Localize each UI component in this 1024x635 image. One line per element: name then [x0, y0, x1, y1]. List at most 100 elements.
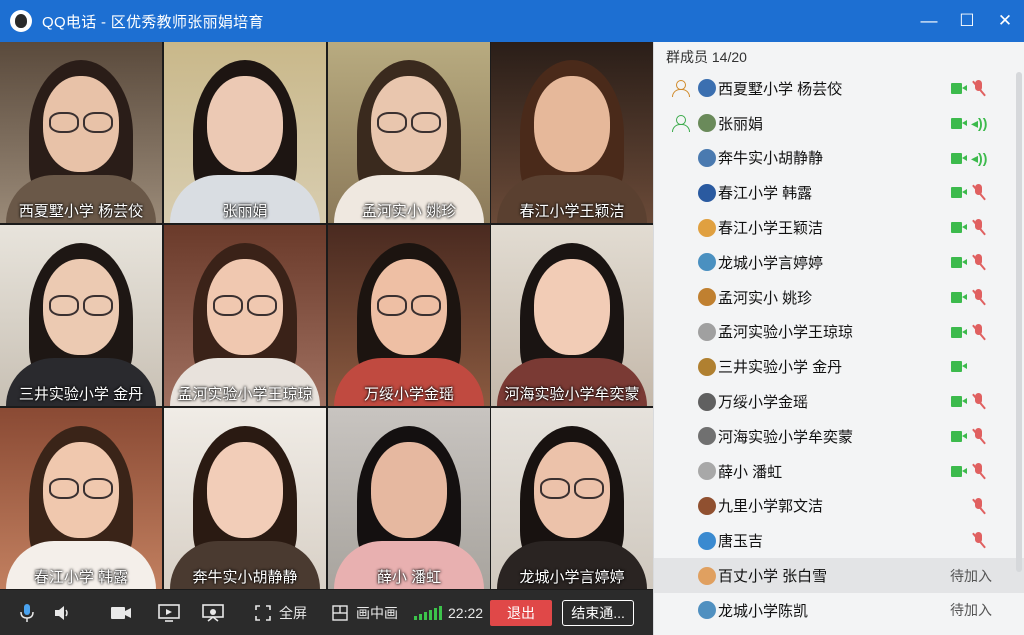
host-icon — [671, 115, 690, 133]
member-row[interactable]: 孟河实小 姚珍 — [654, 280, 1024, 315]
camera-on-icon — [951, 465, 967, 477]
avatar — [698, 531, 716, 550]
member-row[interactable]: 春江小学王颖洁 — [654, 210, 1024, 245]
glasses-icon — [540, 478, 604, 499]
member-row[interactable]: 孟河实验小学王琼琼 — [654, 315, 1024, 350]
mic-muted-icon — [971, 80, 987, 97]
call-group-name: 区优秀教师张丽娟培育 — [110, 13, 264, 31]
microphone-icon[interactable] — [14, 600, 40, 626]
pip-icon[interactable] — [327, 600, 353, 626]
member-row[interactable]: 张丽娟 ◂)) — [654, 106, 1024, 141]
member-row[interactable]: 奔牛实小胡静静 ◂)) — [654, 141, 1024, 176]
camera-on-icon — [951, 430, 967, 442]
member-name: 张丽娟 — [718, 115, 764, 133]
video-tile[interactable]: 万绥小学金瑶 — [328, 225, 490, 406]
mic-muted-icon — [971, 497, 987, 515]
video-tile[interactable]: 龙城小学言婷婷 — [491, 408, 653, 589]
member-row[interactable]: 百丈小学 张白雪 待加入 — [654, 558, 1024, 593]
camera-on-icon — [951, 396, 967, 408]
member-row[interactable]: 龙城小学言婷婷 — [654, 245, 1024, 280]
video-tile[interactable]: 三井实验小学 金丹 — [0, 225, 162, 406]
camera-on-icon — [951, 117, 967, 129]
member-name: 春江小学 韩露 — [718, 185, 813, 203]
presenter-icon[interactable] — [200, 600, 226, 626]
mic-muted-icon — [971, 323, 987, 341]
camera-on-icon — [951, 291, 967, 303]
avatar — [698, 462, 716, 481]
minimize-button[interactable]: — — [910, 0, 948, 42]
video-tile[interactable]: 孟河实小 姚珍 — [328, 42, 490, 223]
member-list-scrollbar[interactable] — [1016, 72, 1022, 572]
pip-button[interactable]: 画中画 — [356, 603, 398, 623]
video-tile[interactable]: 奔牛实小胡静静 — [164, 408, 326, 589]
video-tile[interactable]: 春江小学王颖洁 — [491, 42, 653, 223]
video-tile-name: 龙城小学言婷婷 — [519, 569, 625, 586]
video-tile-name: 孟河实小 姚珍 — [361, 203, 457, 220]
fullscreen-button[interactable]: 全屏 — [279, 603, 307, 623]
video-tile-name: 春江小学王颖洁 — [519, 203, 625, 220]
video-tile[interactable]: 孟河实验小学王琼琼 — [164, 225, 326, 406]
glasses-icon — [377, 112, 441, 133]
avatar — [698, 183, 716, 202]
video-tile-name: 孟河实验小学王琼琼 — [177, 386, 313, 403]
avatar — [698, 253, 716, 272]
avatar — [698, 427, 716, 446]
video-tile-name: 三井实验小学 金丹 — [18, 386, 144, 403]
avatar — [698, 79, 716, 98]
screen-share-icon[interactable] — [156, 600, 182, 626]
member-row[interactable]: 唐玉吉 — [654, 523, 1024, 558]
member-name: 九里小学郭文洁 — [718, 498, 824, 516]
camera-icon[interactable] — [108, 600, 134, 626]
maximize-button[interactable]: ☐ — [948, 0, 986, 42]
close-button[interactable]: ✕ — [986, 0, 1024, 42]
camera-on-icon — [951, 83, 967, 94]
member-name: 万绥小学金瑶 — [718, 394, 809, 412]
participant-face — [534, 76, 610, 172]
member-name: 薛小 潘虹 — [718, 463, 783, 481]
avatar — [698, 601, 716, 620]
member-row[interactable]: 三井实验小学 金丹 — [654, 349, 1024, 384]
video-grid: 西夏墅小学 杨芸佼 张丽娟 孟河实小 姚珍 春江小学王颖洁 三井实验小学 金丹 … — [0, 42, 653, 590]
member-name: 奔牛实小胡静静 — [718, 150, 824, 168]
member-row[interactable]: 龙城小学陈凯 待加入 — [654, 593, 1024, 628]
end-call-button[interactable]: 结束通... — [562, 599, 635, 626]
avatar — [698, 114, 716, 133]
member-row[interactable]: 万绥小学金瑶 — [654, 384, 1024, 419]
camera-on-icon — [951, 187, 967, 199]
glasses-icon — [49, 112, 113, 133]
speaker-icon[interactable] — [50, 600, 76, 626]
video-tile[interactable]: 春江小学 韩露 — [0, 408, 162, 589]
video-tile[interactable]: 河海实验小学牟奕蒙 — [491, 225, 653, 406]
member-name: 春江小学王颖洁 — [718, 220, 824, 238]
camera-on-icon — [951, 361, 967, 373]
member-row[interactable]: 九里小学郭文洁 — [654, 489, 1024, 524]
member-name: 龙城小学言婷婷 — [718, 254, 824, 272]
video-tile[interactable]: 张丽娟 — [164, 42, 326, 223]
avatar — [698, 148, 716, 167]
member-name: 龙城小学陈凯 — [718, 602, 809, 620]
mic-muted-icon — [971, 219, 987, 236]
participant-face — [534, 259, 610, 355]
mic-muted-icon — [971, 184, 987, 201]
avatar — [698, 392, 716, 411]
qq-call-window: QQ电话 - 区优秀教师张丽娟培育 — ☐ ✕ 西夏墅小学 杨芸佼 张丽娟 孟河… — [0, 0, 1024, 635]
avatar — [698, 218, 716, 237]
video-tile[interactable]: 薛小 潘虹 — [328, 408, 490, 589]
member-row[interactable]: 薛小 潘虹 — [654, 454, 1024, 489]
mic-muted-icon — [971, 427, 987, 445]
member-row[interactable]: 春江小学 韩露 — [654, 175, 1024, 210]
member-name: 百丈小学 张白雪 — [718, 568, 828, 586]
video-tile-name: 张丽娟 — [222, 203, 268, 220]
mic-muted-icon — [971, 253, 987, 271]
exit-button[interactable]: 退出 — [490, 599, 553, 626]
camera-on-icon — [951, 152, 967, 164]
waiting-status: 待加入 — [950, 567, 992, 584]
member-row[interactable]: 西夏墅小学 杨芸佼 — [654, 71, 1024, 106]
member-row[interactable]: 河海实验小学牟奕蒙 — [654, 419, 1024, 454]
call-toolbar: 全屏 画中画 22:22 退出 结束通... — [0, 590, 653, 635]
mic-muted-icon — [971, 532, 987, 549]
member-count-header: 群成员 14/20 — [666, 48, 747, 65]
fullscreen-icon[interactable] — [250, 600, 276, 626]
video-tile-name: 薛小 潘虹 — [376, 569, 442, 586]
video-tile[interactable]: 西夏墅小学 杨芸佼 — [0, 42, 162, 223]
